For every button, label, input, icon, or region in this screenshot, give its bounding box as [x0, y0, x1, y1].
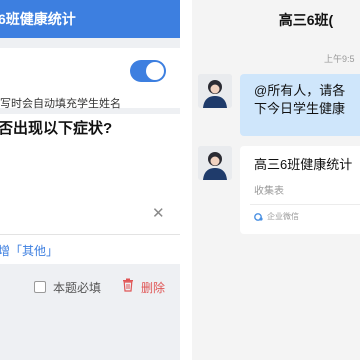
question-title[interactable]: 否出现以下症状?	[0, 117, 112, 138]
message-line-2: 下今日学生健康	[254, 101, 346, 116]
divider	[0, 234, 180, 235]
delete-button[interactable]: 删除	[141, 279, 165, 296]
required-label: 本题必填	[53, 281, 102, 295]
avatar[interactable]	[198, 74, 232, 108]
avatar-person-icon	[198, 146, 232, 180]
card-title: 高三6班健康统计	[254, 157, 353, 172]
card-divider	[250, 204, 360, 205]
card-source: 企业微信	[267, 212, 299, 221]
message-time: 上午9:5	[324, 54, 355, 64]
chat-title: 高三6班(	[278, 12, 334, 28]
form-header: 6班健康统计	[0, 0, 180, 38]
toggle-knob	[146, 62, 164, 80]
question-footer: 本题必填 删除	[0, 275, 180, 301]
form-title: 6班健康统计	[0, 11, 76, 27]
card-subtitle: 收集表	[254, 186, 284, 197]
question-card: 否出现以下症状? ✕ 增「其他」	[0, 114, 180, 264]
avatar[interactable]	[198, 146, 232, 180]
screen: 6班健康统计 写时会自动填充学生姓名 否出现以下症状? ✕ 增「其他」 本题必填	[0, 0, 360, 360]
form-editor-panel: 6班健康统计 写时会自动填充学生姓名 否出现以下症状? ✕ 增「其他」 本题必填	[0, 0, 180, 360]
autofill-toggle[interactable]	[130, 60, 166, 82]
add-other-option-link[interactable]: 增「其他」	[0, 242, 58, 259]
panel-gap	[184, 0, 192, 360]
wecom-icon	[254, 213, 263, 221]
autofill-hint: 写时会自动填充学生姓名	[0, 98, 121, 110]
form-share-card[interactable]: 高三6班健康统计 收集表 企业微信	[240, 146, 360, 234]
required-checkbox[interactable]	[34, 281, 46, 293]
close-icon[interactable]: ✕	[152, 204, 165, 222]
avatar-person-icon	[198, 74, 232, 108]
trash-icon[interactable]	[122, 278, 134, 292]
message-line-1: @所有人，请各	[254, 83, 346, 98]
chat-panel: 高三6班( 上午9:5 @所有人，请各 下今日学生健康 高三6班健康统计 收集表…	[192, 0, 360, 360]
autofill-card: 写时会自动填充学生姓名	[0, 48, 180, 110]
message-bubble[interactable]: @所有人，请各 下今日学生健康	[240, 74, 360, 136]
